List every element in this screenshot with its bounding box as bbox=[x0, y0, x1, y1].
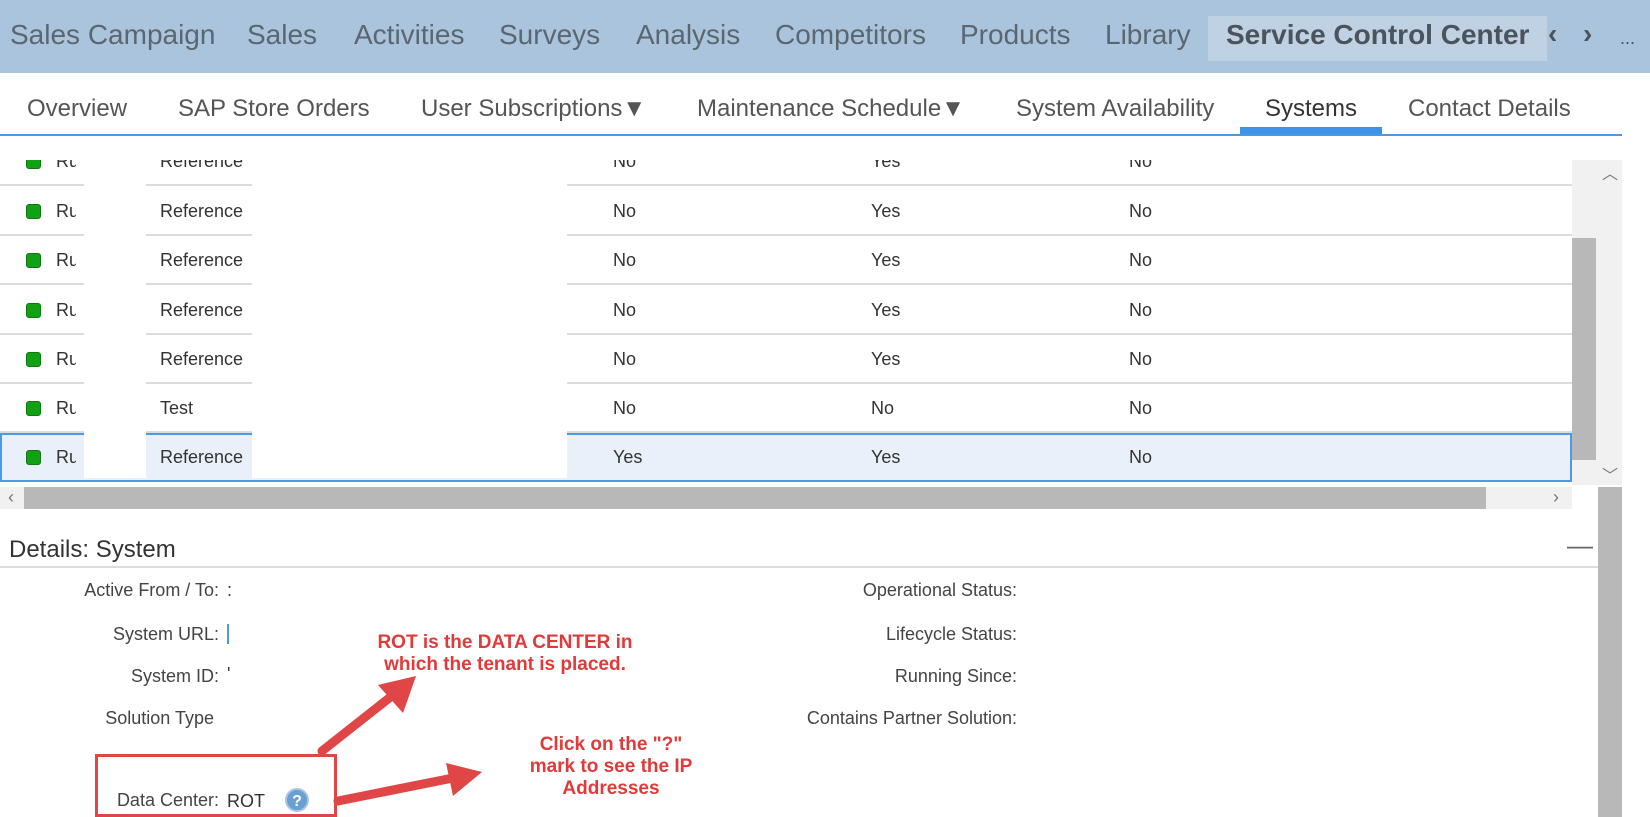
arrow-line bbox=[333, 774, 453, 806]
annotation-click-help: Click on the "?" mark to see the IP Addr… bbox=[529, 734, 693, 799]
arrow-head bbox=[446, 763, 482, 796]
annotation-rot-data-center: ROT is the DATA CENTER in which the tena… bbox=[377, 632, 633, 675]
arrow-line bbox=[317, 690, 398, 756]
annotation-arrows bbox=[317, 676, 482, 806]
